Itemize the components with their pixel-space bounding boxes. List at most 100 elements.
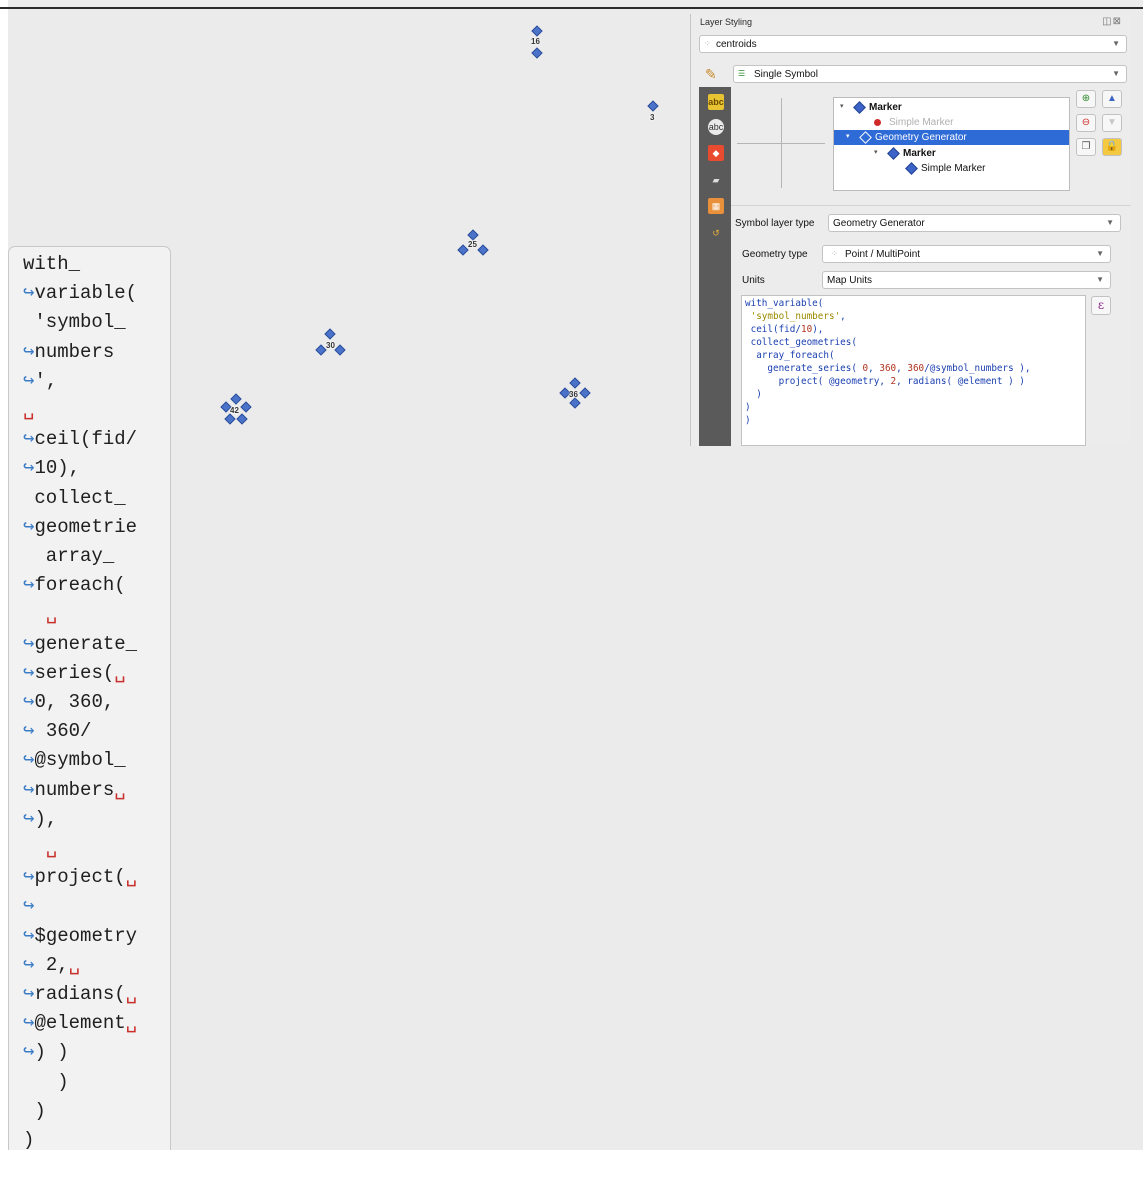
units-label: Units (742, 275, 765, 286)
number-token: 10 (800, 324, 813, 335)
duplicate-layer-button[interactable]: ❐ (1076, 138, 1096, 156)
code-text: series( (34, 661, 115, 684)
symbol-layer-type-value: Geometry Generator (833, 218, 925, 229)
code-line: ␣ (23, 605, 57, 624)
point-marker (224, 413, 236, 425)
remove-symbol-layer-button[interactable]: ⊖ (1076, 114, 1096, 132)
chevron-down-icon[interactable]: ▾ (840, 102, 844, 110)
code-text: ) (23, 1099, 46, 1122)
lock-layer-button[interactable]: 🔒 (1102, 138, 1122, 156)
chevron-down-icon[interactable]: ▾ (846, 132, 850, 140)
code-token: ) (745, 415, 751, 426)
point-marker (477, 244, 489, 256)
fields-tab-icon[interactable]: ▦ (708, 198, 724, 214)
symbol-layer-tree[interactable]: ▾ Marker Simple Marker ▾ Geometry Generator ▾… (833, 97, 1070, 191)
code-token: , radians( @element ) ) (896, 376, 1025, 387)
point-marker (315, 344, 327, 356)
code-line: ↪variable( (23, 284, 137, 303)
point-marker (324, 328, 336, 340)
cluster-label: 36 (569, 390, 578, 399)
symbol-tree-label: Marker (869, 102, 902, 113)
history-tab-icon[interactable]: ↺ (708, 225, 724, 241)
chevron-down-icon: ▼ (1096, 275, 1104, 284)
chevron-down-icon[interactable]: ▾ (874, 148, 878, 156)
cluster-label: 16 (531, 37, 540, 46)
code-text: geometrie (34, 515, 138, 538)
line-continuation-icon: ↪ (23, 574, 35, 597)
line-continuation-icon: ↪ (23, 1041, 35, 1064)
symbol-tree-label: Marker (903, 148, 936, 159)
chevron-down-icon: ▼ (1106, 218, 1114, 227)
code-line: ↪ceil(fid/ (23, 430, 137, 449)
symbol-tree-row[interactable]: ▾ Geometry Generator (834, 130, 1069, 145)
code-token: , (868, 363, 880, 374)
cluster-label: 30 (326, 341, 335, 350)
code-text: generate_ (34, 632, 138, 655)
point-marker (531, 47, 543, 59)
code-text: 'symbol_ (23, 311, 126, 334)
panel-window-controls[interactable]: ◫⊠ (1102, 16, 1122, 27)
move-up-button[interactable]: ▲ (1102, 90, 1122, 108)
space-marker-icon: ␣ (125, 866, 138, 889)
code-text: variable( (34, 282, 138, 305)
point-marker (230, 393, 242, 405)
float-icon[interactable]: ◫ (1102, 16, 1112, 27)
add-symbol-layer-button[interactable]: ⊕ (1076, 90, 1096, 108)
code-text: numbers (34, 340, 115, 363)
code-line: ↪ 360/ (23, 722, 91, 741)
symbol-tree-row[interactable]: Simple Marker (834, 115, 1069, 130)
symbol-tree-row[interactable]: ▾ Marker (834, 146, 1069, 161)
layer-select-value: centroids (716, 39, 757, 50)
line-continuation-icon: ↪ (23, 866, 35, 889)
code-line: ↪numbers␣ (23, 780, 126, 800)
page-bottom-margin (0, 1150, 1143, 1178)
code-text: collect_ (23, 486, 126, 509)
move-down-button[interactable]: ▼ (1102, 114, 1122, 132)
expression-editor[interactable]: with_variable( 'symbol_numbers', ceil(fi… (741, 295, 1086, 446)
line-continuation-icon: ↪ (23, 807, 35, 830)
point-geometry-icon: ⁘ (831, 249, 838, 258)
code-token: with_variable( (745, 298, 824, 309)
expression-line: ) (745, 388, 762, 401)
masks-tab-icon[interactable]: abc (708, 119, 724, 135)
code-text: ceil(fid/ (34, 428, 138, 451)
expression-builder-button[interactable]: ε (1091, 296, 1111, 315)
3d-view-tab-icon[interactable]: ◆ (708, 145, 724, 161)
code-line: ) (23, 1072, 68, 1092)
symbol-preview (737, 98, 825, 188)
point-marker (569, 377, 581, 389)
line-continuation-icon: ↪ (23, 428, 35, 451)
expression-line: with_variable( (745, 297, 823, 310)
expression-line: generate_series( 0, 360, 360/@symbol_num… (745, 362, 1030, 375)
layer-select[interactable]: ⁘ centroids ▼ (699, 35, 1127, 53)
code-token: collect_geometries( (745, 337, 857, 348)
chevron-down-icon: ▼ (1112, 39, 1120, 48)
geometry-type-value: Point / MultiPoint (845, 249, 921, 260)
expression-line: ) (745, 401, 751, 414)
point-marker (334, 344, 346, 356)
code-line: collect_ (23, 486, 126, 509)
close-icon[interactable]: ⊠ (1113, 16, 1122, 27)
point-marker (467, 229, 479, 241)
symbol-tree-label: Simple Marker (921, 163, 986, 174)
code-line: ↪0, 360, (23, 693, 114, 712)
code-token: , (840, 311, 846, 322)
point-marker (240, 401, 252, 413)
symbol-tree-row[interactable]: ▾ Marker (834, 100, 1069, 115)
code-line: ↪geometrie (23, 515, 138, 538)
labels-tab-icon[interactable]: abc (708, 94, 724, 110)
code-text: ), (34, 807, 58, 830)
diagram-tab-icon[interactable]: ▰ (708, 172, 724, 188)
paintbrush-icon[interactable]: ✎ (705, 66, 717, 83)
renderer-select[interactable]: ☰ Single Symbol ▼ (733, 65, 1127, 83)
space-marker-icon: ␣ (125, 983, 138, 1005)
code-text: 0, 360, (34, 691, 115, 713)
marker-diamond-icon (887, 147, 900, 160)
number-token: 360 (879, 363, 897, 374)
symbol-layer-type-select[interactable]: Geometry Generator ▼ (828, 214, 1121, 232)
code-text: foreach( (34, 574, 126, 597)
units-select[interactable]: Map Units ▼ (822, 271, 1111, 289)
symbol-tree-row[interactable]: Simple Marker (834, 161, 1069, 176)
line-continuation-icon: ↪ (23, 340, 35, 363)
geometry-type-select[interactable]: ⁘ Point / MultiPoint ▼ (822, 245, 1111, 263)
